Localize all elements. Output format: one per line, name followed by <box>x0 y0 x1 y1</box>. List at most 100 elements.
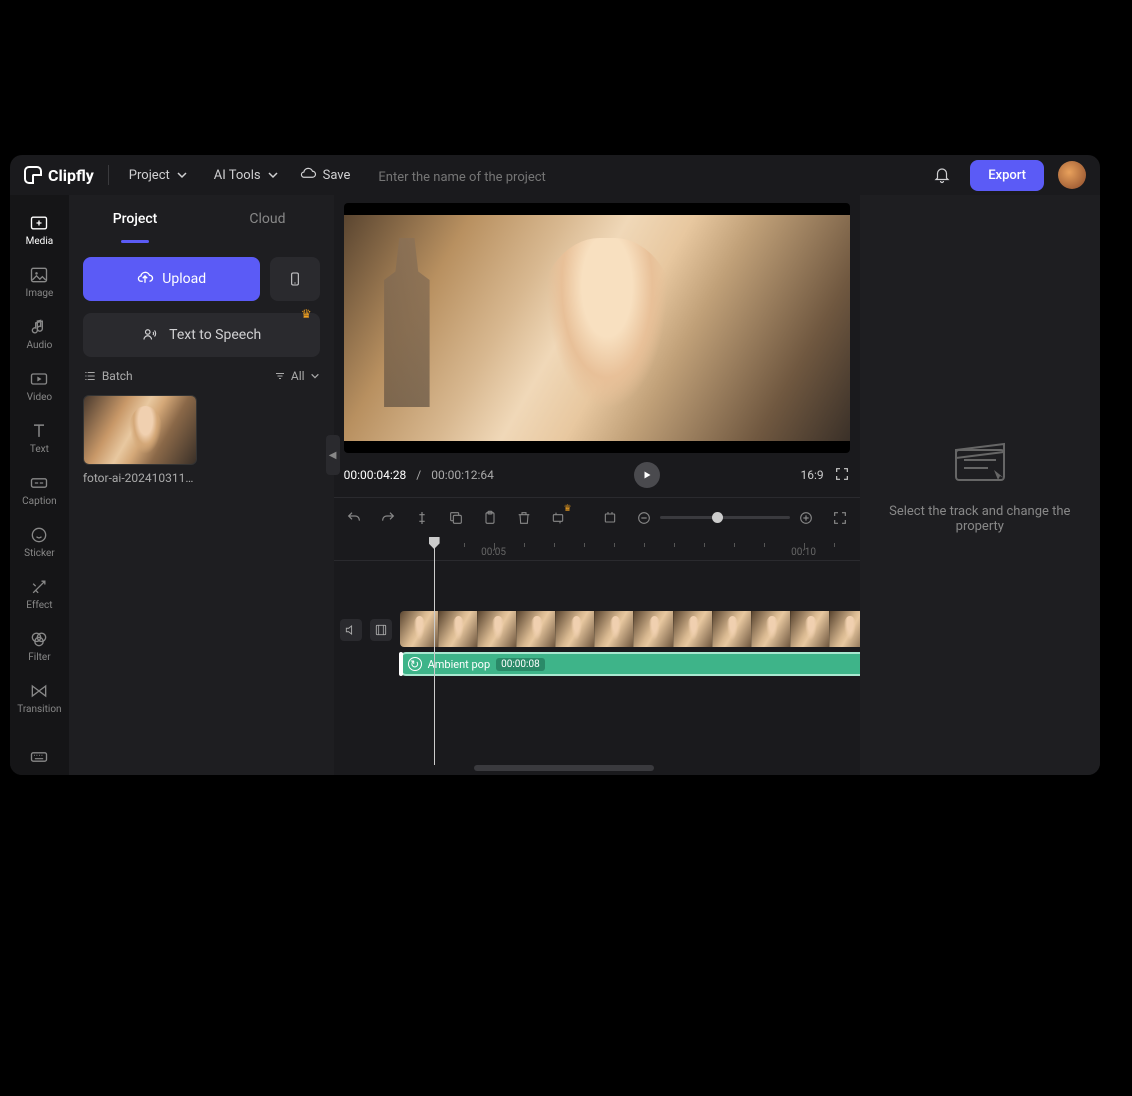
media-icon <box>29 213 49 233</box>
zoom-thumb[interactable] <box>712 512 723 523</box>
paste-button[interactable] <box>482 510 498 526</box>
divider <box>108 165 109 185</box>
collapse-panel-button[interactable]: ◀ <box>326 435 340 475</box>
playhead[interactable] <box>434 537 435 765</box>
project-menu[interactable]: Project <box>123 164 194 187</box>
speaker-icon <box>344 623 358 637</box>
marker-button[interactable] <box>602 510 618 526</box>
play-icon <box>641 469 653 481</box>
tab-cloud[interactable]: Cloud <box>201 195 333 243</box>
audio-icon <box>29 317 49 337</box>
video-icon <box>29 369 49 389</box>
project-name-input[interactable] <box>378 170 638 185</box>
brand-name: Clipfly <box>48 166 94 185</box>
properties-hint: Select the track and change the property <box>880 504 1080 534</box>
center-area: ◀ 00:00:04:28 / 00:00:12:64 16:9 <box>334 195 860 775</box>
media-item-name: fotor-ai-2024103114... <box>83 471 197 485</box>
audio-clip-time: 00:00:08 <box>496 658 545 671</box>
crop-button[interactable]: ♛ <box>550 510 566 526</box>
properties-panel: Select the track and change the property <box>860 195 1100 775</box>
project-name-field[interactable] <box>378 166 638 185</box>
brand-logo[interactable]: Clipfly <box>24 166 94 185</box>
audio-clip[interactable]: ↻ Ambient pop 00:00:08 <box>400 652 860 676</box>
tts-icon <box>141 326 159 344</box>
notifications-button[interactable] <box>928 161 956 189</box>
nav-filter[interactable]: Filter <box>10 621 69 671</box>
redo-button[interactable] <box>380 510 396 526</box>
split-icon <box>414 510 430 526</box>
zoom-slider[interactable] <box>636 510 814 526</box>
clapperboard-icon <box>950 436 1010 486</box>
app-window: Clipfly Project AI Tools Save Export <box>10 155 1100 775</box>
zoom-track[interactable] <box>660 516 790 519</box>
media-item[interactable]: fotor-ai-2024103114... <box>83 395 197 485</box>
side-nav: Media Image Audio Video Text Caption <box>10 195 69 775</box>
effect-icon <box>29 577 49 597</box>
expand-icon <box>832 510 848 526</box>
chevron-down-icon <box>267 169 279 181</box>
plus-circle-icon <box>798 510 814 526</box>
video-clip[interactable] <box>400 611 860 647</box>
nav-media[interactable]: Media <box>10 205 69 255</box>
fullscreen-icon <box>834 466 850 482</box>
nav-transition[interactable]: Transition <box>10 673 69 723</box>
nav-image[interactable]: Image <box>10 257 69 307</box>
undo-icon <box>346 510 362 526</box>
trash-icon <box>516 510 532 526</box>
media-tabs: Project Cloud <box>69 195 334 243</box>
filter-lines-icon <box>274 370 286 382</box>
nav-text[interactable]: Text <box>10 413 69 463</box>
fit-button[interactable] <box>832 510 848 526</box>
current-time: 00:00:04:28 <box>344 468 407 482</box>
cloud-icon <box>299 166 317 184</box>
nav-keyboard[interactable] <box>10 739 69 775</box>
aspect-ratio[interactable]: 16:9 <box>800 468 823 482</box>
play-button[interactable] <box>634 462 660 488</box>
phone-icon <box>287 271 303 287</box>
undo-button[interactable] <box>346 510 362 526</box>
save-button[interactable]: Save <box>299 166 351 184</box>
tab-project[interactable]: Project <box>69 195 201 243</box>
copy-button[interactable] <box>448 510 464 526</box>
text-to-speech-button[interactable]: Text to Speech ♛ <box>83 313 320 357</box>
mute-track-button[interactable] <box>340 619 362 641</box>
premium-icon: ♛ <box>564 504 572 514</box>
batch-toggle[interactable]: Batch <box>83 369 133 383</box>
export-button[interactable]: Export <box>970 160 1044 191</box>
user-avatar[interactable] <box>1058 161 1086 189</box>
fullscreen-button[interactable] <box>834 466 850 485</box>
preview-frame <box>344 215 850 441</box>
nav-video[interactable]: Video <box>10 361 69 411</box>
delete-button[interactable] <box>516 510 532 526</box>
nav-caption[interactable]: Caption <box>10 465 69 515</box>
chevron-down-icon <box>310 371 320 381</box>
nav-effect[interactable]: Effect <box>10 569 69 619</box>
upload-button[interactable]: Upload <box>83 257 260 301</box>
hide-track-button[interactable] <box>370 619 392 641</box>
video-preview[interactable] <box>344 203 850 453</box>
list-icon <box>83 369 97 383</box>
image-icon <box>29 265 49 285</box>
playback-controls: 00:00:04:28 / 00:00:12:64 16:9 <box>334 453 860 497</box>
sticker-icon <box>29 525 49 545</box>
keyboard-icon <box>29 747 49 767</box>
timeline-scrollbar[interactable] <box>474 765 654 771</box>
ruler-mark: 00:05 <box>481 547 506 558</box>
nav-sticker[interactable]: Sticker <box>10 517 69 567</box>
split-button[interactable] <box>414 510 430 526</box>
timeline-toolbar: ♛ <box>334 497 860 537</box>
text-icon <box>29 421 49 441</box>
media-panel: Project Cloud Upload Text to Speech ♛ <box>69 195 334 775</box>
zoom-in-button[interactable] <box>798 510 814 526</box>
ruler-mark: 00:10 <box>791 547 816 558</box>
nav-audio[interactable]: Audio <box>10 309 69 359</box>
all-filter[interactable]: All <box>274 369 320 383</box>
mobile-upload-button[interactable] <box>270 257 320 301</box>
transition-icon <box>29 681 49 701</box>
timeline[interactable]: 00:05 00:10 <box>334 537 860 775</box>
zoom-out-button[interactable] <box>636 510 652 526</box>
marker-icon <box>602 510 618 526</box>
ai-tools-menu[interactable]: AI Tools <box>208 164 285 187</box>
timeline-ruler[interactable]: 00:05 00:10 <box>334 537 860 561</box>
total-time: 00:00:12:64 <box>431 468 494 482</box>
